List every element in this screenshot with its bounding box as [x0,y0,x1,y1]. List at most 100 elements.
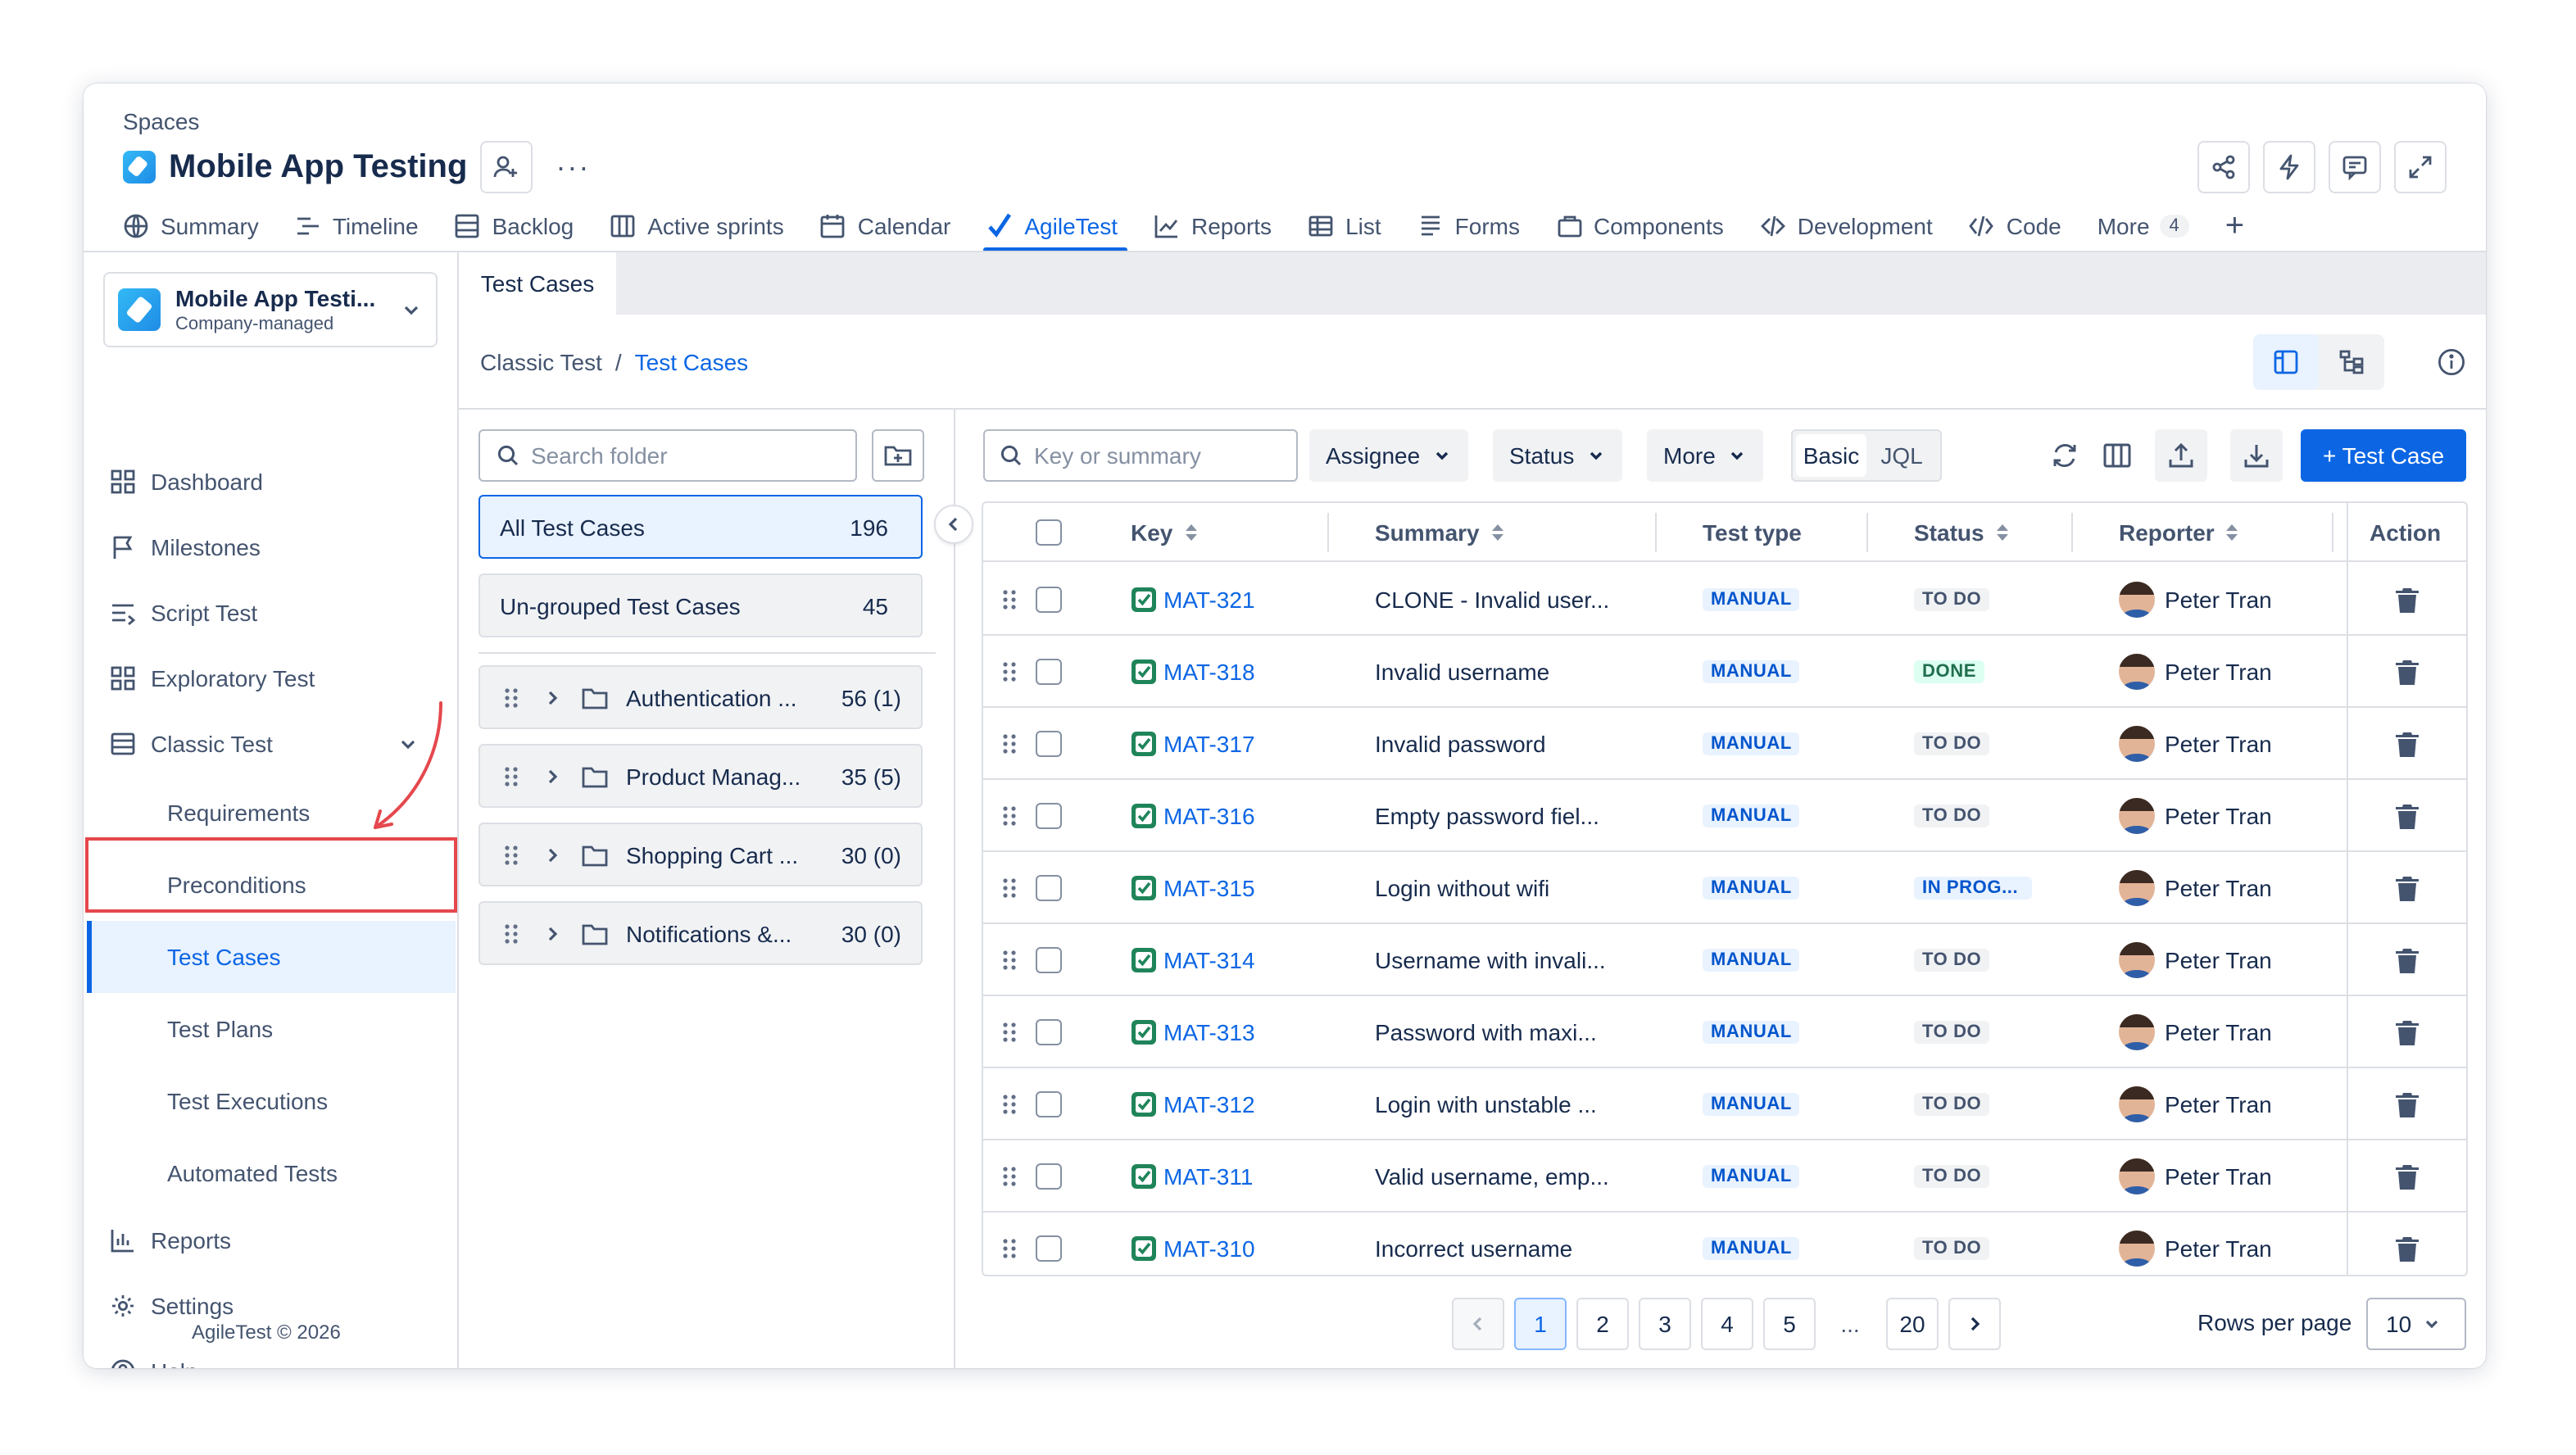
summary-cell[interactable]: Login with unstable ... [1375,1068,1597,1140]
sidebar-item-automated-tests[interactable]: Automated Tests [167,1160,338,1186]
automation-button[interactable] [2263,141,2315,193]
tab-more[interactable]: More 4 [2098,202,2189,251]
tree-view-button[interactable] [2319,334,2384,390]
row-checkbox[interactable] [1036,1235,1062,1262]
row-checkbox[interactable] [1036,1019,1062,1045]
trash-icon[interactable] [2394,730,2420,758]
drag-handle-icon[interactable] [1001,949,1018,972]
add-folder-button[interactable] [872,429,924,482]
row-checkbox[interactable] [1036,803,1062,829]
test-case-key-link[interactable]: MAT-317 [1163,731,1255,757]
chevron-right-icon[interactable] [542,845,562,864]
drag-handle-icon[interactable] [1001,1165,1018,1188]
trash-icon[interactable] [2394,1018,2420,1046]
project-switcher[interactable]: Mobile App Testi... Company-managed [103,272,438,347]
table-row[interactable]: MAT-321 CLONE - Invalid user... MANUAL TO D… [983,564,2466,636]
trash-icon[interactable] [2394,946,2420,974]
status-lozenge[interactable]: IN PROG... [1914,877,2032,900]
more-actions-button[interactable]: ··· [556,150,590,184]
table-row[interactable]: MAT-317 Invalid password MANUAL TO DO Peter … [983,708,2466,780]
table-row[interactable]: MAT-315 Login without wifi MANUAL IN PROG..… [983,852,2466,924]
chevron-right-icon[interactable] [542,766,562,786]
page-button[interactable]: 2 [1576,1298,1629,1350]
drag-handle-icon[interactable] [1001,1021,1018,1044]
mode-basic-button[interactable]: Basic [1796,434,1866,477]
folder-item[interactable]: Shopping Cart ... 30 (0) [478,823,923,886]
collapse-panel-button[interactable] [934,505,973,544]
test-case-key-link[interactable]: MAT-312 [1163,1091,1255,1117]
chevron-right-icon[interactable] [542,923,562,943]
prev-page-button[interactable] [1452,1298,1504,1350]
next-page-button[interactable] [1948,1298,2001,1350]
tab-backlog[interactable]: Backlog [455,202,574,251]
page-button[interactable]: 3 [1639,1298,1691,1350]
page-button-last[interactable]: 20 [1886,1298,1939,1350]
sidebar-item-help[interactable]: Help [110,1355,198,1368]
summary-cell[interactable]: Empty password fiel... [1375,780,1599,852]
spaces-breadcrumb[interactable]: Spaces [123,108,199,134]
table-row[interactable]: MAT-311 Valid username, emp... MANUAL TO DO… [983,1140,2466,1212]
sidebar-item-test-executions[interactable]: Test Executions [167,1088,328,1114]
drag-handle-icon[interactable] [1001,588,1018,611]
feedback-button[interactable] [2329,141,2381,193]
table-row[interactable]: MAT-314 Username with invali... MANUAL TO D… [983,924,2466,996]
status-lozenge[interactable]: DONE [1914,660,1984,683]
page-button[interactable]: 5 [1763,1298,1816,1350]
drag-handle-icon[interactable] [1001,732,1018,755]
column-status[interactable]: Status [1914,503,2011,562]
refresh-button[interactable] [2039,429,2091,482]
table-row[interactable]: MAT-316 Empty password fiel... MANUAL TO DO… [983,780,2466,852]
row-checkbox[interactable] [1036,587,1062,613]
tab-test-cases[interactable]: Test Cases [459,252,616,315]
trash-icon[interactable] [2394,802,2420,830]
sidebar-item-reports[interactable]: Reports [110,1224,231,1257]
row-checkbox[interactable] [1036,1163,1062,1190]
status-lozenge[interactable]: TO DO [1914,1237,1990,1260]
tab-summary[interactable]: Summary [123,202,259,251]
chevron-right-icon[interactable] [542,687,562,707]
summary-cell[interactable]: Login without wifi [1375,852,1549,924]
table-row[interactable]: MAT-318 Invalid username MANUAL DONE Peter T… [983,636,2466,708]
tab-agiletest[interactable]: AgileTest [983,202,1127,252]
drag-handle-icon[interactable] [1001,805,1018,827]
summary-cell[interactable]: Incorrect username [1375,1212,1572,1285]
test-case-key-link[interactable]: MAT-313 [1163,1019,1255,1045]
add-tab-button[interactable]: + [2225,202,2244,251]
trash-icon[interactable] [2394,586,2420,614]
page-button[interactable]: 1 [1514,1298,1567,1350]
tab-reports[interactable]: Reports [1154,202,1272,251]
drag-handle-icon[interactable] [1001,660,1018,683]
status-filter-button[interactable]: Status [1493,429,1622,482]
row-checkbox[interactable] [1036,1091,1062,1117]
columns-button[interactable] [2091,429,2143,482]
summary-cell[interactable]: Valid username, emp... [1375,1140,1609,1212]
status-lozenge[interactable]: TO DO [1914,1021,1990,1044]
test-case-key-link[interactable]: MAT-318 [1163,659,1255,685]
row-checkbox[interactable] [1036,659,1062,685]
folder-item[interactable]: Product Manag... 35 (5) [478,744,923,808]
drag-handle-icon[interactable] [503,686,519,709]
tab-calendar[interactable]: Calendar [820,202,950,251]
drag-handle-icon[interactable] [1001,1093,1018,1116]
test-case-key-link[interactable]: MAT-316 [1163,803,1255,829]
import-button[interactable] [2230,429,2283,482]
trash-icon[interactable] [2394,1090,2420,1118]
status-lozenge[interactable]: TO DO [1914,805,1990,827]
breadcrumb-current[interactable]: Test Cases [635,349,749,375]
table-row[interactable]: MAT-313 Password with maxi... MANUAL TO DO P… [983,996,2466,1068]
trash-icon[interactable] [2394,1235,2420,1262]
column-key[interactable]: Key [1131,503,1199,562]
mode-jql-button[interactable]: JQL [1866,434,1937,477]
key-summary-search-input[interactable]: Key or summary [983,429,1298,482]
assignee-filter-button[interactable]: Assignee [1309,429,1468,482]
row-checkbox[interactable] [1036,947,1062,973]
add-people-button[interactable] [480,141,533,193]
drag-handle-icon[interactable] [503,922,519,945]
column-reporter[interactable]: Reporter [2119,503,2241,562]
trash-icon[interactable] [2394,1163,2420,1190]
fullscreen-button[interactable] [2394,141,2447,193]
add-test-case-button[interactable]: + Test Case [2301,429,2466,482]
folder-all-test-cases[interactable]: All Test Cases 196 [478,495,923,559]
status-lozenge[interactable]: TO DO [1914,732,1990,755]
table-row[interactable]: MAT-312 Login with unstable ... MANUAL TO D… [983,1068,2466,1140]
